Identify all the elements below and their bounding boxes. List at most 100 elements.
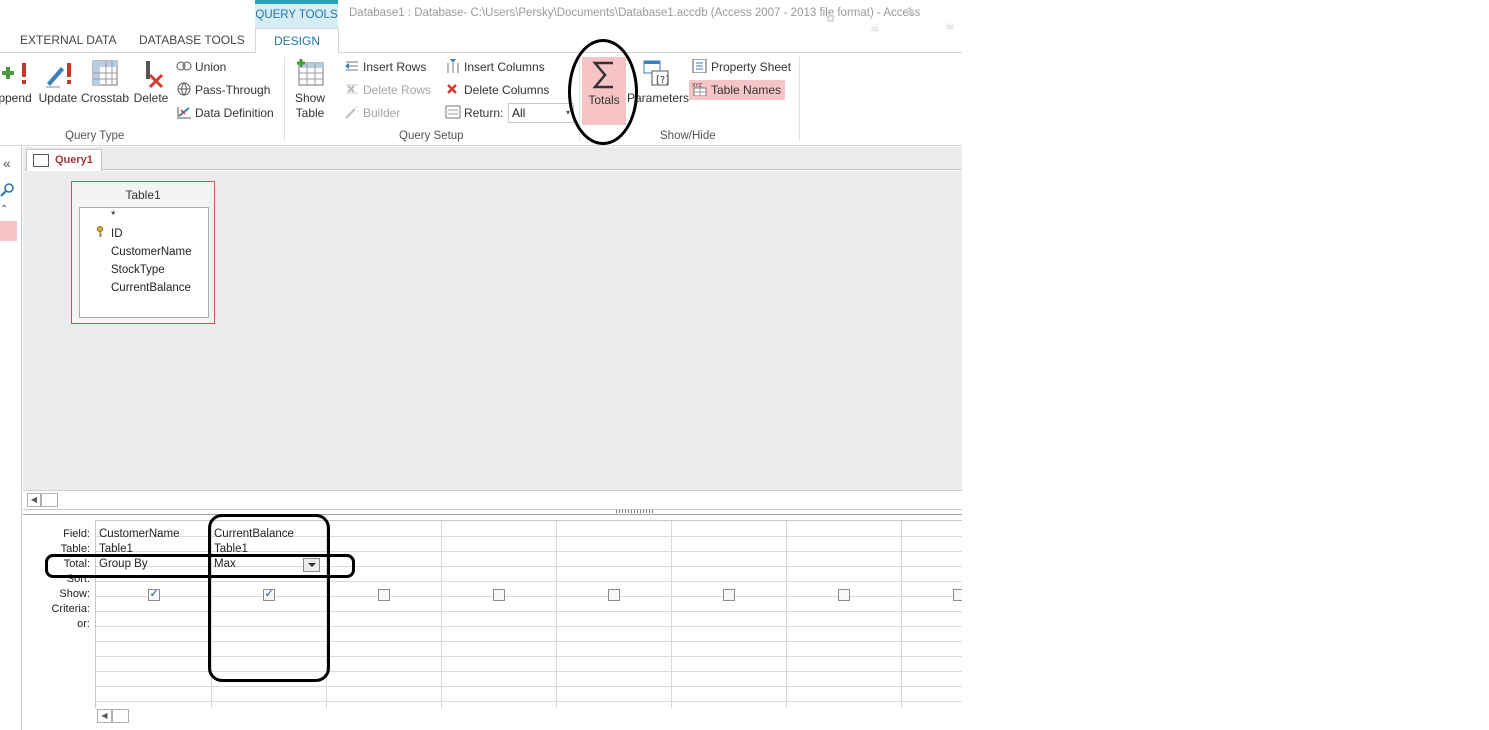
- grid-horizontal-scrollbar[interactable]: ◀: [95, 708, 962, 724]
- grid-total-cell[interactable]: Group By: [99, 558, 208, 570]
- show-checkbox[interactable]: [952, 589, 962, 601]
- property-sheet-button[interactable]: Property Sheet: [692, 57, 791, 77]
- show-checkbox[interactable]: [147, 587, 160, 601]
- field-all[interactable]: *: [111, 210, 115, 222]
- scroll-left-icon[interactable]: ◀: [97, 709, 112, 723]
- show-checkbox[interactable]: [607, 589, 620, 601]
- field-id[interactable]: ID: [111, 228, 123, 240]
- field-customername[interactable]: CustomerName: [111, 246, 192, 258]
- chevron-down-icon: ▾: [565, 108, 570, 117]
- data-definition-icon: [176, 105, 192, 119]
- field-stocktype[interactable]: StockType: [111, 264, 165, 276]
- field-list: [79, 207, 209, 318]
- scroll-thumb[interactable]: [112, 709, 129, 723]
- grid-row-line: [96, 701, 962, 702]
- grid-column-line: [671, 521, 672, 709]
- parameters-button[interactable]: [?] Parameters: [627, 57, 689, 105]
- delete-columns-button[interactable]: Delete Columns: [445, 80, 549, 100]
- grid-column-line: [211, 521, 212, 709]
- show-checkbox[interactable]: [492, 589, 505, 601]
- grid-column-line: [441, 521, 442, 709]
- table-names-button[interactable]: XYZ Table Names: [689, 80, 786, 100]
- table-names-icon: XYZ: [692, 82, 708, 97]
- query-icon: [33, 154, 49, 167]
- grid-row-line: [96, 581, 962, 582]
- scroll-left-icon[interactable]: ◀: [27, 493, 41, 507]
- grid-row-line: [96, 596, 962, 597]
- return-label: Return:: [445, 103, 503, 123]
- design-horizontal-scrollbar[interactable]: ◀: [23, 490, 962, 508]
- nav-selected-item[interactable]: [0, 221, 17, 241]
- title-bar: QUERY TOOLS Database1 : Database- C:\Use…: [0, 0, 962, 35]
- builder-button[interactable]: Builder: [344, 103, 400, 123]
- tab-external-data[interactable]: EXTERNAL DATA: [12, 28, 124, 53]
- grid-column-line: [326, 521, 327, 709]
- show-table-button[interactable]: Show Table: [290, 57, 330, 121]
- expand-nav-icon[interactable]: «: [3, 155, 11, 171]
- show-checkbox[interactable]: [722, 589, 735, 601]
- delete-rows-button[interactable]: Delete Rows: [344, 80, 431, 100]
- table-field-list[interactable]: Table1 * ID CustomerName StockType Curre…: [71, 181, 215, 324]
- pass-through-button[interactable]: Pass-Through: [176, 80, 270, 100]
- field-currentbalance[interactable]: CurrentBalance: [111, 282, 191, 294]
- document-tab-bar: Query1: [23, 147, 962, 171]
- grid-field-cell[interactable]: CurrentBalance: [214, 528, 323, 540]
- row-label-field: Field:: [63, 528, 90, 540]
- grid-row-line: [96, 686, 962, 687]
- delete-query-label: Delete: [133, 91, 169, 105]
- tab-query1[interactable]: Query1: [26, 149, 102, 171]
- sigma-icon: [589, 59, 619, 91]
- data-definition-label: Data Definition: [195, 106, 274, 120]
- splitter-grip[interactable]: [616, 510, 654, 513]
- scroll-thumb[interactable]: [41, 493, 58, 507]
- builder-label: Builder: [363, 106, 401, 120]
- show-checkbox[interactable]: [377, 589, 390, 601]
- search-icon[interactable]: [0, 182, 16, 198]
- crosstab-icon: [90, 57, 120, 89]
- property-sheet-icon: [692, 58, 708, 74]
- total-dropdown-button[interactable]: [303, 558, 320, 572]
- parameters-icon: [?]: [642, 57, 672, 89]
- insert-rows-icon: [344, 59, 360, 73]
- insert-rows-label: Insert Rows: [363, 60, 427, 74]
- ribbon-tabs: EXTERNAL DATA DATABASE TOOLS DESIGN: [0, 28, 962, 54]
- tab-query1-label: Query1: [55, 154, 93, 166]
- query-tools-context-tab[interactable]: QUERY TOOLS: [255, 0, 338, 28]
- navigation-pane-collapsed: « ⌃: [0, 147, 22, 730]
- update-label: Update: [38, 91, 78, 105]
- delete-columns-icon: [445, 82, 461, 96]
- show-checkbox[interactable]: [262, 587, 275, 601]
- grid-table-cell[interactable]: Table1: [99, 543, 208, 555]
- grid-column-line: [786, 521, 787, 709]
- group-separator: [284, 57, 285, 141]
- append-button[interactable]: ppend: [0, 57, 36, 105]
- decor-icon: ✿: [826, 13, 836, 25]
- delete-query-button[interactable]: Delete: [132, 57, 170, 105]
- group-separator: [799, 57, 800, 141]
- insert-rows-button[interactable]: Insert Rows: [344, 57, 426, 77]
- crosstab-button[interactable]: Crosstab: [80, 57, 130, 105]
- update-icon: [43, 57, 73, 89]
- svg-text:[?]: [?]: [656, 75, 669, 86]
- grid-field-cell[interactable]: CustomerName: [99, 528, 208, 540]
- insert-columns-icon: [445, 59, 461, 73]
- return-select[interactable]: All ▾: [508, 103, 574, 123]
- grid-table-cell[interactable]: Table1: [214, 543, 323, 555]
- totals-button[interactable]: Totals: [582, 57, 626, 125]
- tab-design[interactable]: DESIGN: [255, 28, 339, 54]
- update-button[interactable]: Update: [38, 57, 78, 105]
- delete-columns-label: Delete Columns: [464, 83, 550, 97]
- show-checkbox[interactable]: [837, 589, 850, 601]
- data-definition-button[interactable]: Data Definition: [176, 103, 274, 123]
- union-button[interactable]: Union: [176, 57, 226, 77]
- chevron-up-icon[interactable]: ⌃: [0, 204, 8, 215]
- group-separator: [579, 57, 580, 141]
- grid-row-line: [96, 611, 962, 612]
- decor-icon: ✿: [905, 6, 915, 18]
- grid-cells[interactable]: CustomerName Table1 Group By CurrentBalance…: [95, 520, 962, 709]
- show-table-icon: [295, 57, 325, 89]
- append-label: ppend: [0, 91, 32, 105]
- insert-columns-button[interactable]: Insert Columns: [445, 57, 545, 77]
- tab-database-tools[interactable]: DATABASE TOOLS: [131, 28, 253, 53]
- table-name: Table1: [125, 188, 161, 202]
